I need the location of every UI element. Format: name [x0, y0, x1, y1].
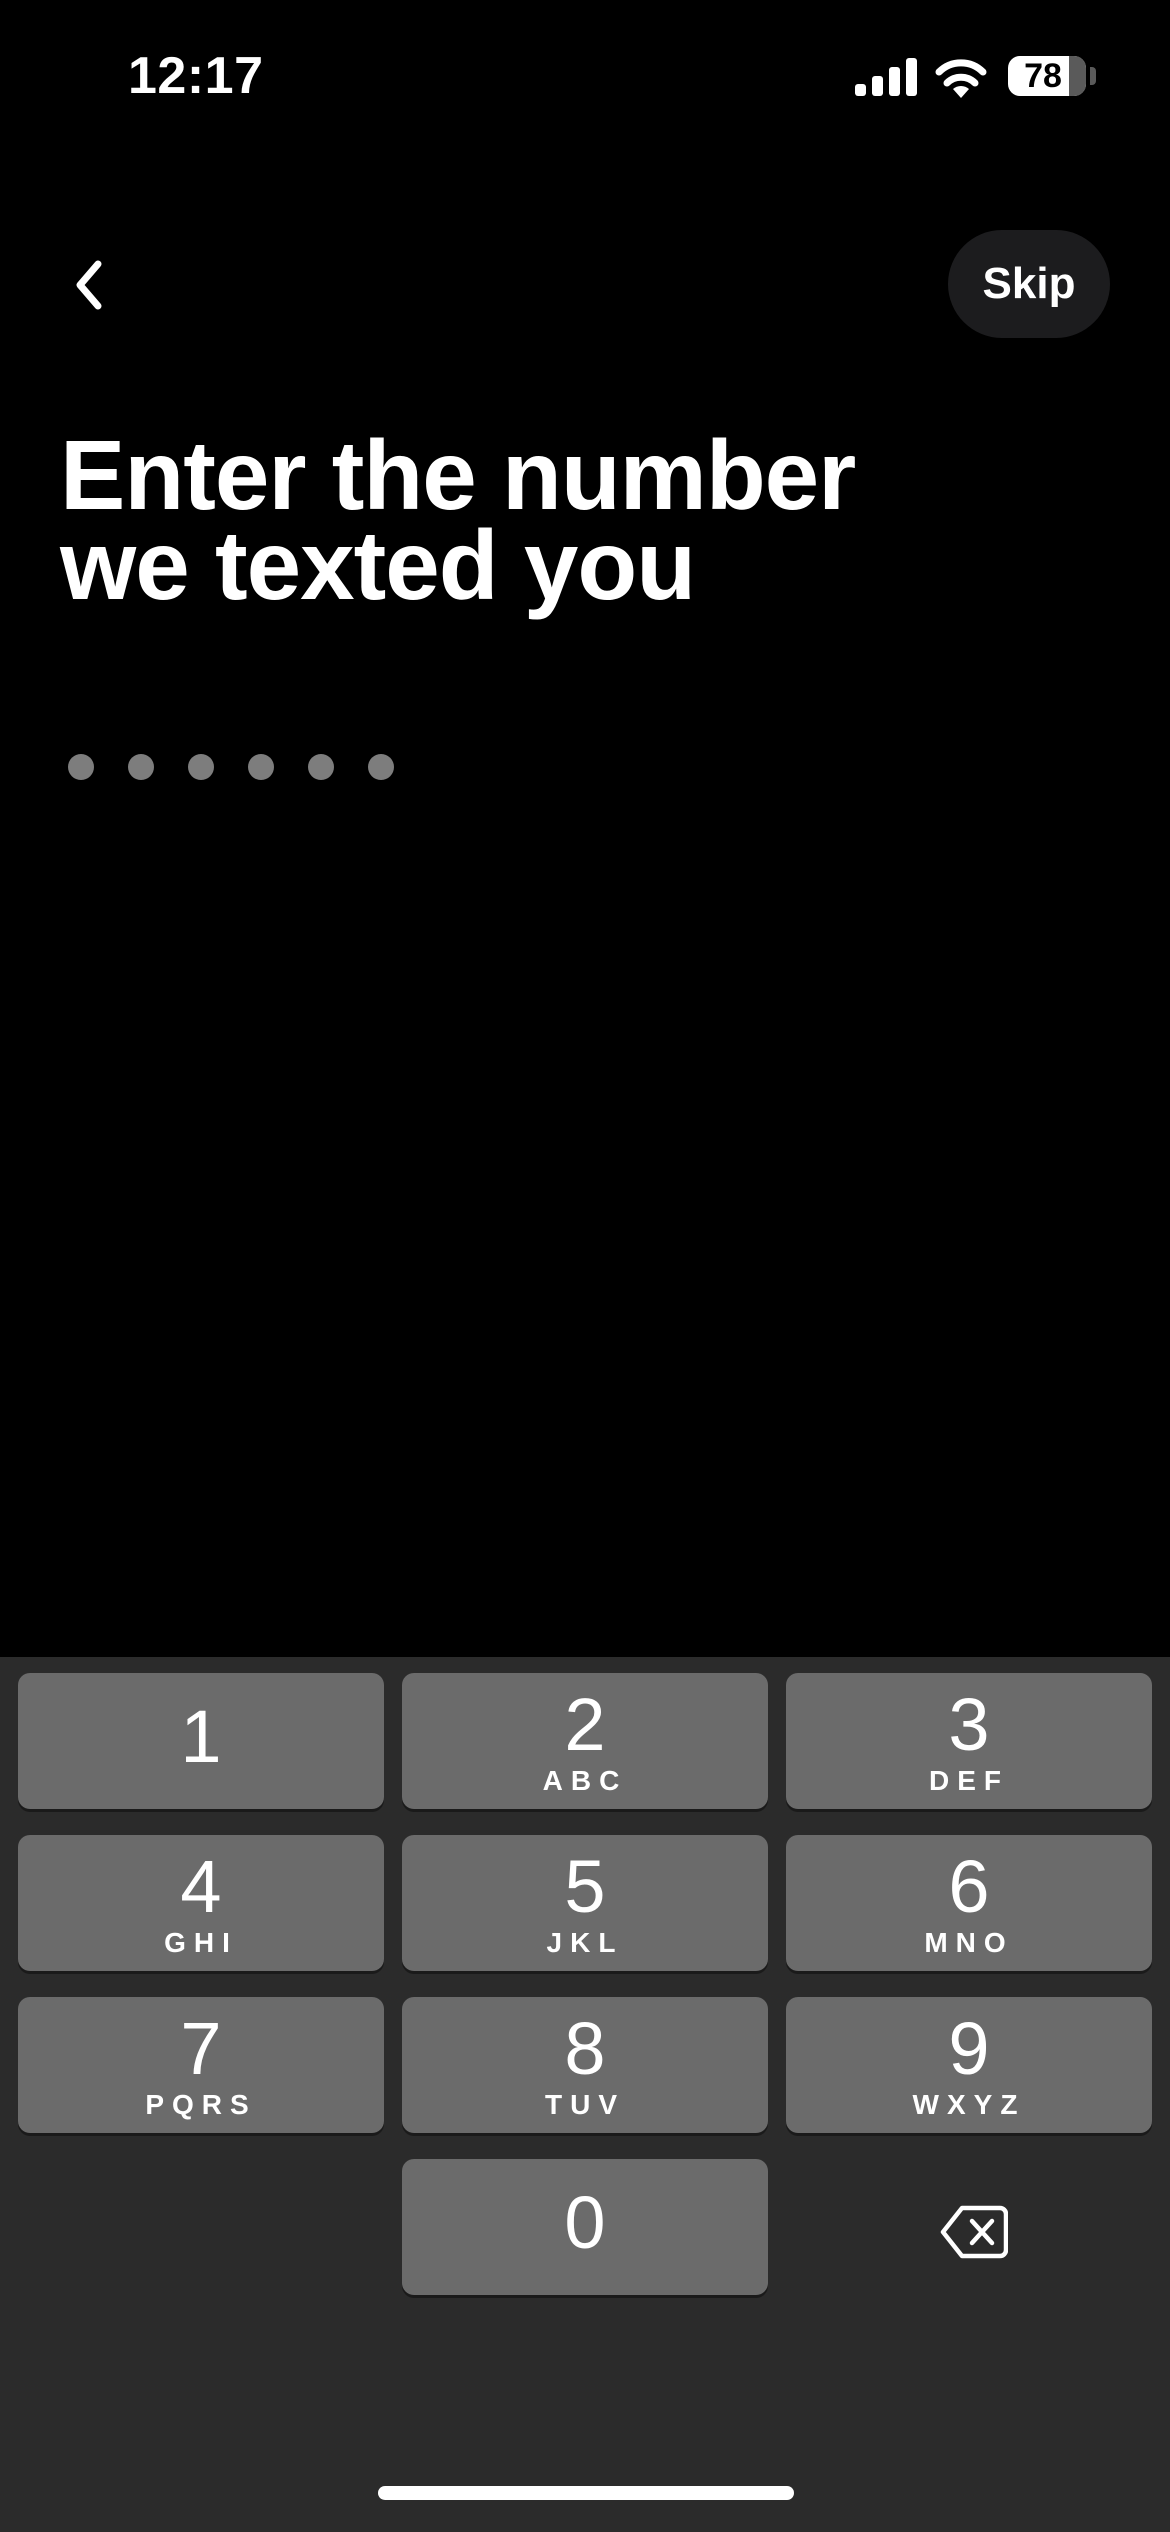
keypad-key-9[interactable]: 9 WXYZ	[786, 1997, 1152, 2133]
key-letters: JKL	[546, 1927, 624, 1958]
keypad-key-3[interactable]: 3 DEF	[786, 1673, 1152, 1809]
key-digit: 8	[564, 2007, 606, 2090]
key-digit: 3	[948, 1683, 990, 1766]
battery-cap	[1090, 67, 1096, 85]
key-letters: TUV	[545, 2089, 625, 2120]
code-digit-placeholder	[68, 754, 94, 780]
battery-icon: 78	[1008, 56, 1086, 96]
keypad-key-7[interactable]: 7 PQRS	[18, 1997, 384, 2133]
key-digit: 6	[948, 1845, 990, 1928]
key-digit: 0	[564, 2181, 606, 2264]
key-letters: PQRS	[145, 2089, 257, 2120]
back-button[interactable]	[60, 240, 130, 330]
key-digit: 7	[180, 2007, 222, 2090]
cellular-signal-icon	[855, 58, 917, 96]
key-letters: MNO	[924, 1927, 1014, 1958]
code-digit-placeholder	[368, 754, 394, 780]
code-digit-placeholder	[308, 754, 334, 780]
code-digit-placeholder	[188, 754, 214, 780]
backspace-icon	[940, 2205, 1008, 2259]
key-letters: DEF	[929, 1765, 1009, 1796]
key-digit: 2	[564, 1683, 606, 1766]
keypad-key-0[interactable]: 0	[402, 2159, 768, 2295]
skip-button[interactable]: Skip	[948, 230, 1110, 338]
key-letters: GHI	[164, 1927, 238, 1958]
code-digit-placeholder	[248, 754, 274, 780]
chevron-left-icon	[76, 260, 102, 310]
wifi-icon	[935, 59, 987, 98]
delete-key[interactable]	[788, 2164, 1154, 2300]
page-title: Enter the number we texted you	[60, 426, 1060, 614]
status-time: 12:17	[128, 47, 264, 105]
key-digit: 5	[564, 1845, 606, 1928]
key-letters: ABC	[542, 1765, 628, 1796]
key-digit: 4	[180, 1845, 222, 1928]
key-letters: WXYZ	[912, 2089, 1026, 2120]
key-digit: 9	[948, 2007, 990, 2090]
keypad-key-1[interactable]: 1	[18, 1673, 384, 1809]
status-bar: 12:17 78	[0, 0, 1170, 150]
key-digit: 1	[180, 1695, 222, 1778]
keypad-key-4[interactable]: 4 GHI	[18, 1835, 384, 1971]
page-title-line-2: we texted you	[60, 510, 696, 620]
keypad-key-2[interactable]: 2 ABC	[402, 1673, 768, 1809]
keypad-key-6[interactable]: 6 MNO	[786, 1835, 1152, 1971]
verification-code-input[interactable]	[68, 754, 428, 780]
numeric-keypad: 1 2 ABC 3 DEF 4 GHI 5 JKL 6 MNO 7 PQRS 8 TUV 9 WXYZ 0	[0, 1657, 1170, 2532]
code-digit-placeholder	[128, 754, 154, 780]
home-indicator	[378, 2486, 794, 2500]
battery-level: 78	[1024, 57, 1062, 95]
keypad-key-5[interactable]: 5 JKL	[402, 1835, 768, 1971]
keypad-key-8[interactable]: 8 TUV	[402, 1997, 768, 2133]
